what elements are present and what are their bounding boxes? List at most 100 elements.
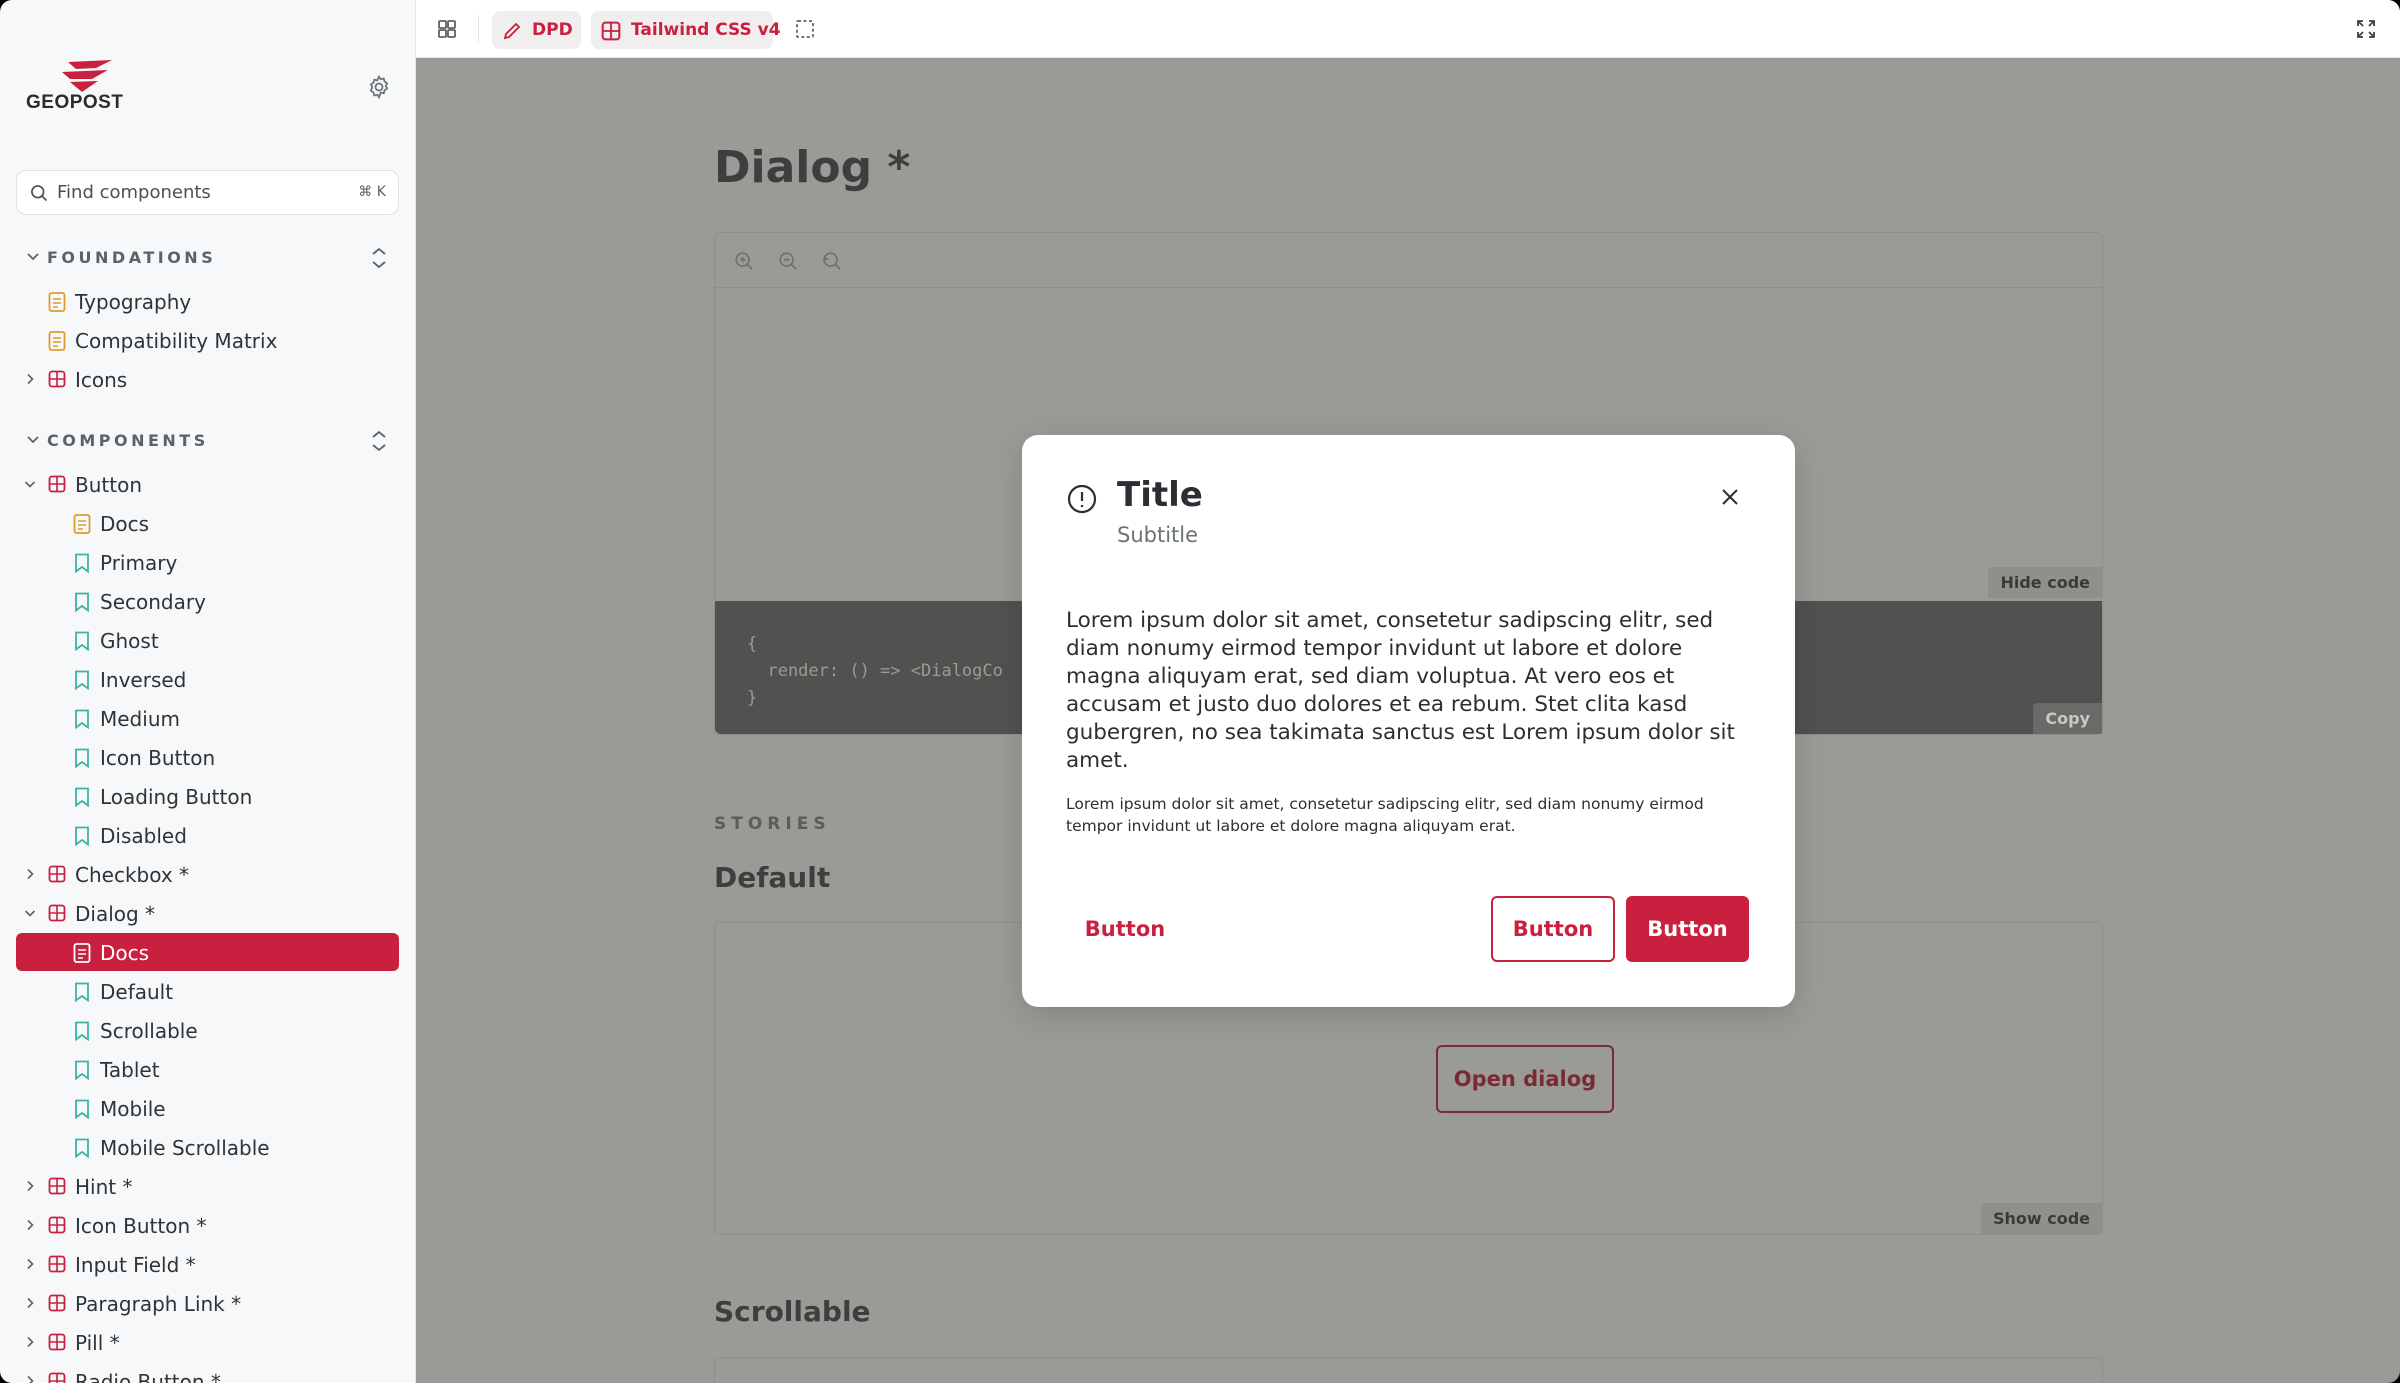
code-line: }	[747, 688, 758, 708]
search-box[interactable]: ⌘ K	[16, 170, 399, 215]
theme-pill-tailwind[interactable]: Tailwind CSS v4	[591, 11, 781, 49]
expand-collapse-icon[interactable]	[368, 428, 390, 454]
sidebar-item-typography[interactable]: Typography	[16, 282, 399, 320]
geopost-logo-mark-icon	[62, 60, 112, 92]
pencil-icon	[503, 22, 521, 40]
component-icon	[48, 475, 66, 493]
document-icon	[73, 943, 91, 963]
bookmark-icon	[75, 1021, 89, 1041]
sidebar-item-ghost[interactable]: Ghost	[16, 621, 399, 659]
component-icon	[48, 1333, 66, 1351]
brand-pill-dpd[interactable]: DPD	[492, 11, 581, 49]
outline-frame-icon[interactable]	[790, 14, 820, 44]
search-input[interactable]	[57, 171, 357, 214]
zoom-reset-icon[interactable]	[821, 250, 843, 272]
component-icon	[48, 370, 66, 388]
chevron-down-icon	[27, 253, 39, 261]
sidebar-item-hint[interactable]: Hint *	[16, 1167, 399, 1205]
chevron-right-icon	[27, 1258, 34, 1270]
component-icon	[48, 1216, 66, 1234]
sidebar-item-paragraph-link[interactable]: Paragraph Link *	[16, 1284, 399, 1322]
sidebar-item-label: Hint *	[75, 1175, 133, 1199]
sidebar-item-icon-button-story[interactable]: Icon Button	[16, 738, 399, 776]
document-icon	[48, 292, 66, 312]
sidebar-item-checkbox[interactable]: Checkbox *	[16, 855, 399, 893]
bookmark-icon	[75, 553, 89, 573]
code-text: { render: () => <DialogCo }	[747, 631, 1003, 712]
sidebar-item-dialog[interactable]: Dialog *	[16, 894, 399, 932]
sidebar-item-icon-button[interactable]: Icon Button *	[16, 1206, 399, 1244]
bookmark-icon	[75, 1138, 89, 1158]
sidebar-item-icons[interactable]: Icons	[16, 360, 399, 398]
settings-gear-icon[interactable]	[366, 74, 392, 100]
sidebar-item-label: Pill *	[75, 1331, 120, 1355]
hide-code-button[interactable]: Hide code	[1988, 567, 2102, 598]
sidebar-item-pill[interactable]: Pill *	[16, 1323, 399, 1361]
dialog-outline-button[interactable]: Button	[1491, 896, 1615, 962]
sidebar-item-default[interactable]: Default	[16, 972, 399, 1010]
sidebar-item-label: Docs	[100, 512, 150, 536]
sidebar-item-loading-button[interactable]: Loading Button	[16, 777, 399, 815]
chevron-right-icon	[27, 1219, 34, 1231]
sidebar-item-primary[interactable]: Primary	[16, 543, 399, 581]
dialog-ghost-button[interactable]: Button	[1066, 896, 1184, 962]
open-dialog-button[interactable]: Open dialog	[1436, 1045, 1614, 1113]
bookmark-icon	[75, 631, 89, 651]
story-title-default: Default	[714, 861, 831, 894]
story-card-scrollable	[714, 1357, 2103, 1383]
sidebar-item-label: Radio Button *	[75, 1370, 221, 1383]
sidebar-item-label: Medium	[100, 707, 180, 731]
sidebar-item-label: Icons	[75, 368, 128, 392]
close-icon[interactable]	[1718, 485, 1742, 509]
sidebar-item-label: Secondary	[100, 590, 206, 614]
bookmark-icon	[75, 1099, 89, 1119]
sidebar-item-dialog-docs[interactable]: Docs	[16, 933, 399, 971]
canvas-zoom-toolbar	[715, 233, 2102, 288]
sidebar-item-medium[interactable]: Medium	[16, 699, 399, 737]
code-line: {	[747, 634, 758, 654]
bookmark-icon	[75, 748, 89, 768]
chevron-right-icon	[27, 1336, 34, 1348]
expand-collapse-icon[interactable]	[368, 245, 390, 271]
sidebar-item-label: Primary	[100, 551, 178, 575]
chevron-right-icon	[27, 868, 34, 880]
sidebar-item-scrollable[interactable]: Scrollable	[16, 1011, 399, 1049]
section-label: FOUNDATIONS	[47, 248, 217, 267]
section-label: COMPONENTS	[47, 431, 209, 450]
fullscreen-icon[interactable]	[2351, 14, 2381, 44]
document-icon	[73, 514, 91, 534]
dialog-primary-button[interactable]: Button	[1626, 896, 1749, 962]
dialog-body: Lorem ipsum dolor sit amet, consetetur s…	[1066, 608, 1735, 773]
copy-button[interactable]: Copy	[2033, 703, 2102, 734]
component-icon	[601, 21, 621, 41]
sidebar-item-radio-button[interactable]: Radio Button *	[16, 1362, 399, 1383]
geopost-logo[interactable]: GEOPOST	[26, 58, 136, 118]
zoom-out-icon[interactable]	[777, 250, 799, 272]
zoom-in-icon[interactable]	[733, 250, 755, 272]
sidebar-item-tablet[interactable]: Tablet	[16, 1050, 399, 1088]
sidebar-item-inversed[interactable]: Inversed	[16, 660, 399, 698]
bookmark-icon	[75, 592, 89, 612]
component-icon	[48, 1372, 66, 1383]
show-code-button[interactable]: Show code	[1980, 1203, 2102, 1234]
sidebar-item-button[interactable]: Button	[16, 465, 399, 503]
chevron-down-icon	[27, 436, 39, 444]
sidebar-item-label: Ghost	[100, 629, 159, 653]
sidebar-item-label: Inversed	[100, 668, 187, 692]
bookmark-icon	[75, 826, 89, 846]
search-icon	[31, 185, 48, 202]
sidebar-item-label: Input Field *	[75, 1253, 196, 1277]
sidebar-item-label: Tablet	[100, 1058, 160, 1082]
sidebar-item-mobile[interactable]: Mobile	[16, 1089, 399, 1127]
sidebar-item-compatibility-matrix[interactable]: Compatibility Matrix	[16, 321, 399, 359]
sidebar-item-secondary[interactable]: Secondary	[16, 582, 399, 620]
sidebar-item-label: Scrollable	[100, 1019, 198, 1043]
sidebar-item-mobile-scrollable[interactable]: Mobile Scrollable	[16, 1128, 399, 1166]
sidebar-item-input-field[interactable]: Input Field *	[16, 1245, 399, 1283]
stories-label: STORIES	[714, 814, 831, 834]
sidebar-item-button-docs[interactable]: Docs	[16, 504, 399, 542]
chevron-down-icon	[24, 910, 36, 917]
sidebar-item-disabled[interactable]: Disabled	[16, 816, 399, 854]
grid-icon[interactable]	[432, 14, 462, 44]
sidebar-item-label: Mobile	[100, 1097, 166, 1121]
